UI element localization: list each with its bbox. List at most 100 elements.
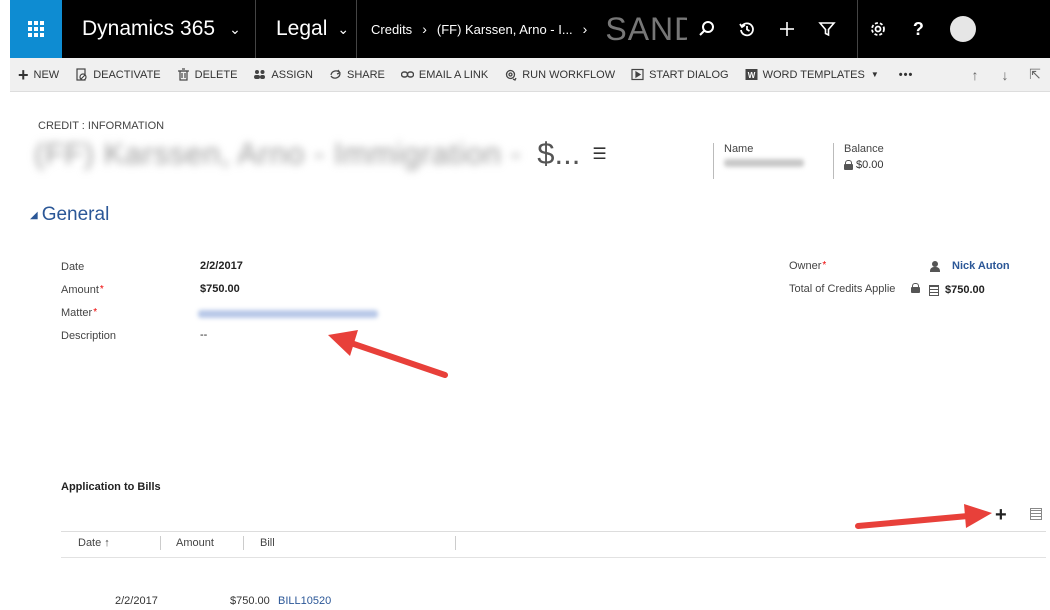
matter-lookup-link[interactable] bbox=[198, 310, 378, 318]
arrow-down-icon[interactable]: ↓ bbox=[990, 67, 1020, 83]
header-field-balance: Balance $0.00 bbox=[833, 143, 884, 179]
owner-name: Nick Auton bbox=[952, 260, 1010, 272]
column-header-bill[interactable]: Bill bbox=[260, 537, 275, 551]
avatar[interactable] bbox=[950, 16, 977, 42]
name-value[interactable] bbox=[724, 159, 804, 167]
amount-value[interactable]: $750.00 bbox=[200, 283, 240, 295]
word-templates-button[interactable]: W WORD TEMPLATES ▼ bbox=[737, 58, 887, 92]
link-icon bbox=[400, 71, 414, 78]
share-button[interactable]: SHARE bbox=[321, 58, 393, 92]
breadcrumb-record[interactable]: (FF) Karssen, Arno - I... bbox=[437, 22, 573, 37]
svg-text:W: W bbox=[747, 71, 755, 80]
description-label: Description bbox=[61, 330, 117, 342]
required-asterisk: * bbox=[93, 307, 98, 318]
question-mark-icon: ? bbox=[912, 18, 924, 39]
owner-label: Owner bbox=[789, 260, 822, 272]
matter-label-wrap: Matter* bbox=[61, 307, 97, 319]
email-link-button[interactable]: EMAIL A LINK bbox=[393, 58, 496, 92]
form-type-label: CREDIT : INFORMATION bbox=[38, 120, 165, 132]
recent-button[interactable] bbox=[727, 0, 767, 58]
share-icon bbox=[330, 69, 342, 79]
owner-value[interactable]: Nick Auton bbox=[930, 260, 1010, 272]
chevron-down-icon: ⌄ bbox=[229, 20, 241, 37]
word-icon: W bbox=[745, 69, 758, 80]
arrow-up-icon[interactable]: ↑ bbox=[960, 67, 990, 83]
plus-icon: + bbox=[18, 64, 29, 85]
description-value[interactable]: -- bbox=[200, 329, 207, 341]
section-title: General bbox=[41, 204, 110, 225]
row-bill-link[interactable]: BILL10520 bbox=[278, 595, 331, 607]
record-title-suffix: $... bbox=[537, 136, 581, 171]
advanced-find-button[interactable] bbox=[807, 0, 847, 58]
help-button[interactable]: ? bbox=[898, 0, 938, 58]
balance-value: $0.00 bbox=[856, 159, 884, 171]
start-dialog-button[interactable]: START DIALOG bbox=[623, 58, 736, 92]
top-nav-bar: Dynamics 365 ⌄ Legal ⌄ Credits › (FF) Ka… bbox=[10, 0, 1050, 58]
form-selector-icon[interactable]: ☰ bbox=[592, 144, 606, 164]
deactivate-button[interactable]: DEACTIVATE bbox=[67, 58, 168, 92]
more-commands-button[interactable]: ••• bbox=[887, 58, 926, 92]
breadcrumb-credits[interactable]: Credits bbox=[371, 22, 412, 37]
column-header-amount[interactable]: Amount bbox=[176, 537, 214, 551]
sandbox-watermark: SANDBOX bbox=[605, 10, 688, 47]
start-dialog-label: START DIALOG bbox=[649, 68, 729, 81]
subgrid-view-icon[interactable] bbox=[1030, 508, 1042, 520]
matter-label: Matter bbox=[61, 307, 93, 319]
settings-button[interactable] bbox=[858, 0, 898, 58]
subgrid-add-button[interactable]: + bbox=[995, 505, 1007, 525]
lock-icon bbox=[911, 283, 920, 293]
row-date-cell: 2/2/2017 bbox=[115, 595, 158, 607]
deactivate-label: DEACTIVATE bbox=[93, 68, 161, 81]
required-asterisk: * bbox=[822, 260, 827, 271]
column-separator bbox=[455, 536, 456, 550]
search-icon bbox=[699, 21, 715, 36]
gear-icon bbox=[871, 22, 886, 36]
date-label: Date bbox=[61, 261, 85, 273]
assign-label: ASSIGN bbox=[271, 68, 313, 81]
annotation-arrow-add bbox=[855, 504, 992, 529]
new-label: NEW bbox=[33, 68, 60, 81]
workflow-icon bbox=[506, 69, 517, 81]
breadcrumb: Credits › (FF) Karssen, Arno - I... › bbox=[357, 0, 597, 58]
user-icon bbox=[930, 260, 940, 272]
area-menu[interactable]: Legal ⌄ bbox=[256, 0, 357, 58]
total-credits-label: Total of Credits Applie bbox=[789, 283, 896, 295]
column-header-date[interactable]: Date ↑ bbox=[78, 537, 110, 551]
share-label: SHARE bbox=[347, 68, 385, 81]
section-general-toggle[interactable]: ◢ General bbox=[30, 204, 109, 226]
name-value-blurred bbox=[724, 159, 804, 167]
page-left-margin bbox=[0, 0, 10, 610]
date-value[interactable]: 2/2/2017 bbox=[200, 260, 243, 272]
subgrid-header-rule bbox=[61, 557, 1046, 558]
balance-value-row: $0.00 bbox=[844, 159, 884, 171]
chevron-right-icon: › bbox=[422, 21, 427, 37]
assign-button[interactable]: ASSIGN bbox=[245, 58, 321, 92]
command-bar: + NEW DEACTIVATE DELETE ASSIGN SHARE EMA… bbox=[10, 58, 1050, 92]
run-workflow-label: RUN WORKFLOW bbox=[522, 68, 616, 81]
amount-label: Amount bbox=[61, 284, 99, 296]
app-launcher-button[interactable] bbox=[10, 0, 62, 58]
email-link-label: EMAIL A LINK bbox=[418, 68, 489, 81]
popout-icon[interactable]: ⇱ bbox=[1020, 66, 1050, 83]
column-separator bbox=[160, 536, 161, 550]
row-amount-cell: $750.00 bbox=[230, 595, 270, 607]
history-icon bbox=[739, 22, 755, 37]
app-brand-label: Dynamics 365 bbox=[82, 17, 216, 40]
column-separator bbox=[243, 536, 244, 550]
app-brand-menu[interactable]: Dynamics 365 ⌄ bbox=[62, 0, 256, 58]
chevron-down-icon: ⌄ bbox=[337, 20, 350, 37]
required-asterisk: * bbox=[99, 284, 104, 295]
area-label: Legal bbox=[276, 17, 328, 40]
search-button[interactable] bbox=[687, 0, 727, 58]
run-workflow-button[interactable]: RUN WORKFLOW bbox=[496, 58, 623, 92]
new-button[interactable]: + NEW bbox=[10, 58, 67, 92]
total-credits-value: $750.00 bbox=[911, 283, 985, 296]
annotation-arrow-matter bbox=[328, 330, 448, 378]
create-button[interactable] bbox=[767, 0, 807, 58]
delete-button[interactable]: DELETE bbox=[169, 58, 246, 92]
chevron-right-icon[interactable]: › bbox=[583, 21, 588, 37]
deactivate-icon bbox=[76, 68, 87, 81]
balance-label: Balance bbox=[844, 143, 884, 155]
trash-icon bbox=[177, 68, 189, 81]
people-icon bbox=[254, 70, 266, 79]
